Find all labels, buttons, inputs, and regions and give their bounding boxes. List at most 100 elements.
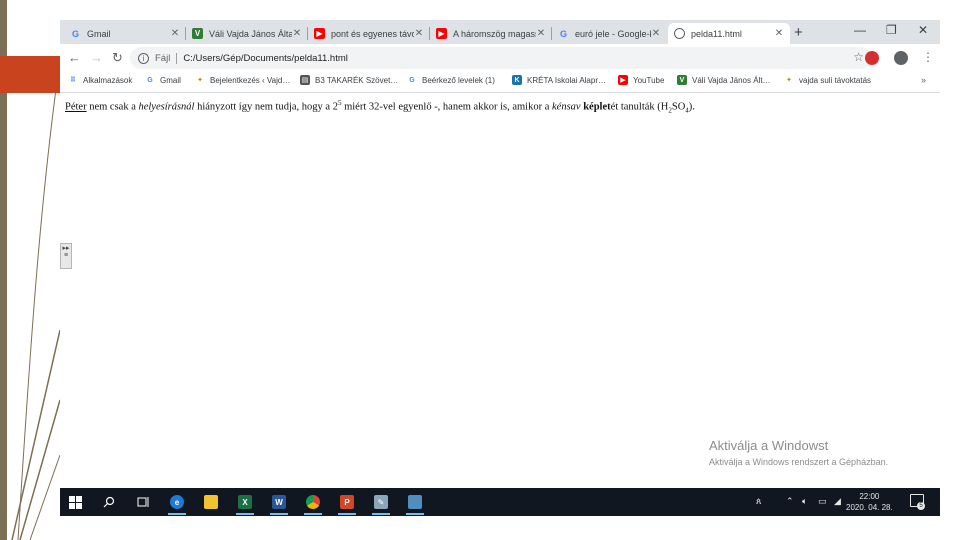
- new-tab-button[interactable]: +: [794, 24, 803, 41]
- close-icon[interactable]: ✕: [774, 28, 784, 39]
- bookmark-inbox[interactable]: G Beérkező levelek (1): [407, 75, 495, 85]
- tab-pelda11[interactable]: pelda11.html ✕: [668, 23, 790, 44]
- bookmark-b3-takarek[interactable]: ▤ B3 TAKARÉK Szövet…: [300, 75, 398, 85]
- bookmark-label: YouTube: [633, 75, 665, 85]
- close-icon[interactable]: ✕: [536, 28, 546, 39]
- vajda-logo-icon: ✦: [197, 77, 203, 84]
- file-explorer-icon: [204, 495, 218, 509]
- doc-text-run: ét tanulták (H: [610, 101, 669, 113]
- app-window-icon: [408, 495, 422, 509]
- tab-gmail[interactable]: G Gmail ✕: [64, 23, 186, 44]
- taskbar-edge[interactable]: e: [166, 492, 188, 515]
- adblock-extension-icon[interactable]: [865, 51, 879, 65]
- bookmark-vali-vajda[interactable]: V Váli Vajda János Ált…: [677, 75, 771, 85]
- minimize-icon[interactable]: —: [854, 23, 866, 37]
- back-icon[interactable]: ←: [68, 50, 81, 65]
- browser-toolbar: ← → ↻ i Fájl C:/Users/Gép/Documents/peld…: [60, 44, 940, 72]
- windows-activation-watermark: Aktiválja a Windowst Aktiválja a Windows…: [709, 438, 888, 467]
- close-icon[interactable]: ✕: [651, 28, 661, 39]
- taskbar-paint[interactable]: ✎: [370, 492, 392, 515]
- chevron-up-icon[interactable]: ⌃: [786, 496, 794, 507]
- doc-text-run: SO: [671, 101, 686, 113]
- tab-vali-vajda[interactable]: V Váli Vajda János Általá ✕: [186, 23, 308, 44]
- address-bar[interactable]: i Fájl C:/Users/Gép/Documents/pelda11.ht…: [130, 47, 872, 69]
- taskbar-chrome[interactable]: [302, 492, 324, 515]
- taskbar-word[interactable]: W: [268, 492, 290, 515]
- google-icon: G: [559, 28, 567, 39]
- google-icon: G: [409, 76, 415, 84]
- taskbar-excel[interactable]: X: [234, 492, 256, 515]
- people-icon[interactable]: ጰ: [756, 496, 761, 507]
- address-url[interactable]: C:/Users/Gép/Documents/pelda11.html: [183, 53, 348, 64]
- forward-icon[interactable]: →: [90, 50, 103, 65]
- doc-text-run: ).: [688, 101, 695, 113]
- tab-label: A háromszög magass: [453, 28, 536, 39]
- tab-bar: G Gmail ✕ V Váli Vajda János Általá ✕ ▶ …: [60, 20, 940, 44]
- side-panel-handle[interactable]: ▸▸ ≡: [60, 243, 72, 269]
- google-icon: G: [147, 76, 153, 84]
- menu-dots-icon[interactable]: ⋮: [922, 50, 934, 64]
- start-button[interactable]: [64, 492, 86, 512]
- bookmark-label: Alkalmazások: [83, 75, 133, 85]
- tab-google-search[interactable]: G euró jele - Google-ker ✕: [552, 23, 667, 44]
- kreta-icon: K: [512, 75, 522, 85]
- task-view-icon: [137, 497, 148, 507]
- excel-icon: X: [238, 495, 252, 509]
- battery-icon[interactable]: ▭: [818, 496, 827, 507]
- bookmark-gmail[interactable]: G Gmail: [145, 75, 181, 85]
- bookmark-kreta[interactable]: K KRÉTA Iskolai Alapr…: [512, 75, 606, 85]
- taskbar-explorer[interactable]: [200, 492, 222, 512]
- windows-taskbar: e X W P ✎ ጰ ⌃ 🔈︎ ▭ ◢ 22:00 2020. 04. 28.: [60, 488, 940, 516]
- close-icon[interactable]: ✕: [292, 28, 302, 39]
- globe-icon: [674, 28, 685, 39]
- bookmark-label: Beérkező levelek (1): [422, 75, 495, 85]
- close-window-icon[interactable]: ✕: [918, 23, 928, 37]
- clock-time: 22:00: [859, 492, 880, 501]
- tab-label: pont és egyenes távo: [331, 28, 414, 39]
- bookmark-label: B3 TAKARÉK Szövet…: [315, 75, 399, 85]
- bookmark-apps[interactable]: ⠿ Alkalmazások: [68, 75, 132, 85]
- bookmark-vajda-distance[interactable]: ✦ vajda suli távoktatás: [784, 75, 871, 85]
- bookmark-label: vajda suli távoktatás: [799, 75, 872, 85]
- slide-accent-block: [0, 56, 60, 93]
- profile-avatar-icon[interactable]: [894, 51, 908, 65]
- search-button[interactable]: [98, 492, 120, 512]
- info-icon[interactable]: i: [138, 52, 149, 64]
- bookmark-label: Váli Vajda János Ált…: [692, 75, 771, 85]
- doc-name: Péter: [65, 101, 87, 113]
- bookmark-star-icon[interactable]: ☆: [853, 50, 864, 64]
- taskbar-clock[interactable]: 22:00 2020. 04. 28.: [846, 491, 893, 513]
- clock-date: 2020. 04. 28.: [846, 503, 893, 512]
- notification-badge: 5: [917, 502, 925, 510]
- doc-text-run: hiányzott így nem tudja, hogy a 2: [194, 101, 338, 113]
- bookmarks-bar: ⠿ Alkalmazások G Gmail ✦ Bejelentkezés ‹…: [60, 72, 940, 93]
- close-icon[interactable]: ✕: [414, 28, 424, 39]
- doc-emphasis: helyesírásnál: [138, 101, 195, 113]
- search-icon: [103, 496, 115, 508]
- reload-icon[interactable]: ↻: [112, 50, 123, 66]
- task-view-button[interactable]: [132, 492, 154, 512]
- vajda-logo-icon: ✦: [786, 77, 792, 84]
- tab-youtube-1[interactable]: ▶ pont és egyenes távo ✕: [308, 23, 430, 44]
- doc-text-run: nem csak a: [86, 101, 139, 113]
- restore-icon[interactable]: ❐: [886, 23, 897, 37]
- bookmark-youtube[interactable]: ▶ YouTube: [618, 75, 664, 85]
- close-icon[interactable]: ✕: [170, 28, 180, 39]
- network-icon[interactable]: ◢: [834, 496, 841, 507]
- watermark-subtitle: Aktiválja a Windows rendszert a Gépházba…: [709, 457, 889, 467]
- bookmark-vajda-login[interactable]: ✦ Bejelentkezés ‹ Vajd…: [195, 75, 290, 85]
- bookmark-label: Gmail: [160, 75, 181, 85]
- bank-icon: ▤: [300, 75, 310, 85]
- paint-icon: ✎: [374, 495, 388, 509]
- doc-strong: képlet: [583, 101, 611, 113]
- bookmarks-more-button[interactable]: »: [921, 75, 926, 85]
- chrome-icon: [306, 495, 320, 509]
- powerpoint-icon: P: [340, 495, 354, 509]
- apps-grid-icon: ⠿: [70, 77, 76, 84]
- tab-youtube-2[interactable]: ▶ A háromszög magass ✕: [430, 23, 552, 44]
- taskbar-powerpoint[interactable]: P: [336, 492, 358, 515]
- edge-icon: e: [170, 495, 184, 509]
- taskbar-app[interactable]: [404, 492, 426, 515]
- browser-window: G Gmail ✕ V Váli Vajda János Általá ✕ ▶ …: [60, 20, 940, 516]
- volume-icon[interactable]: 🔈︎: [802, 496, 807, 507]
